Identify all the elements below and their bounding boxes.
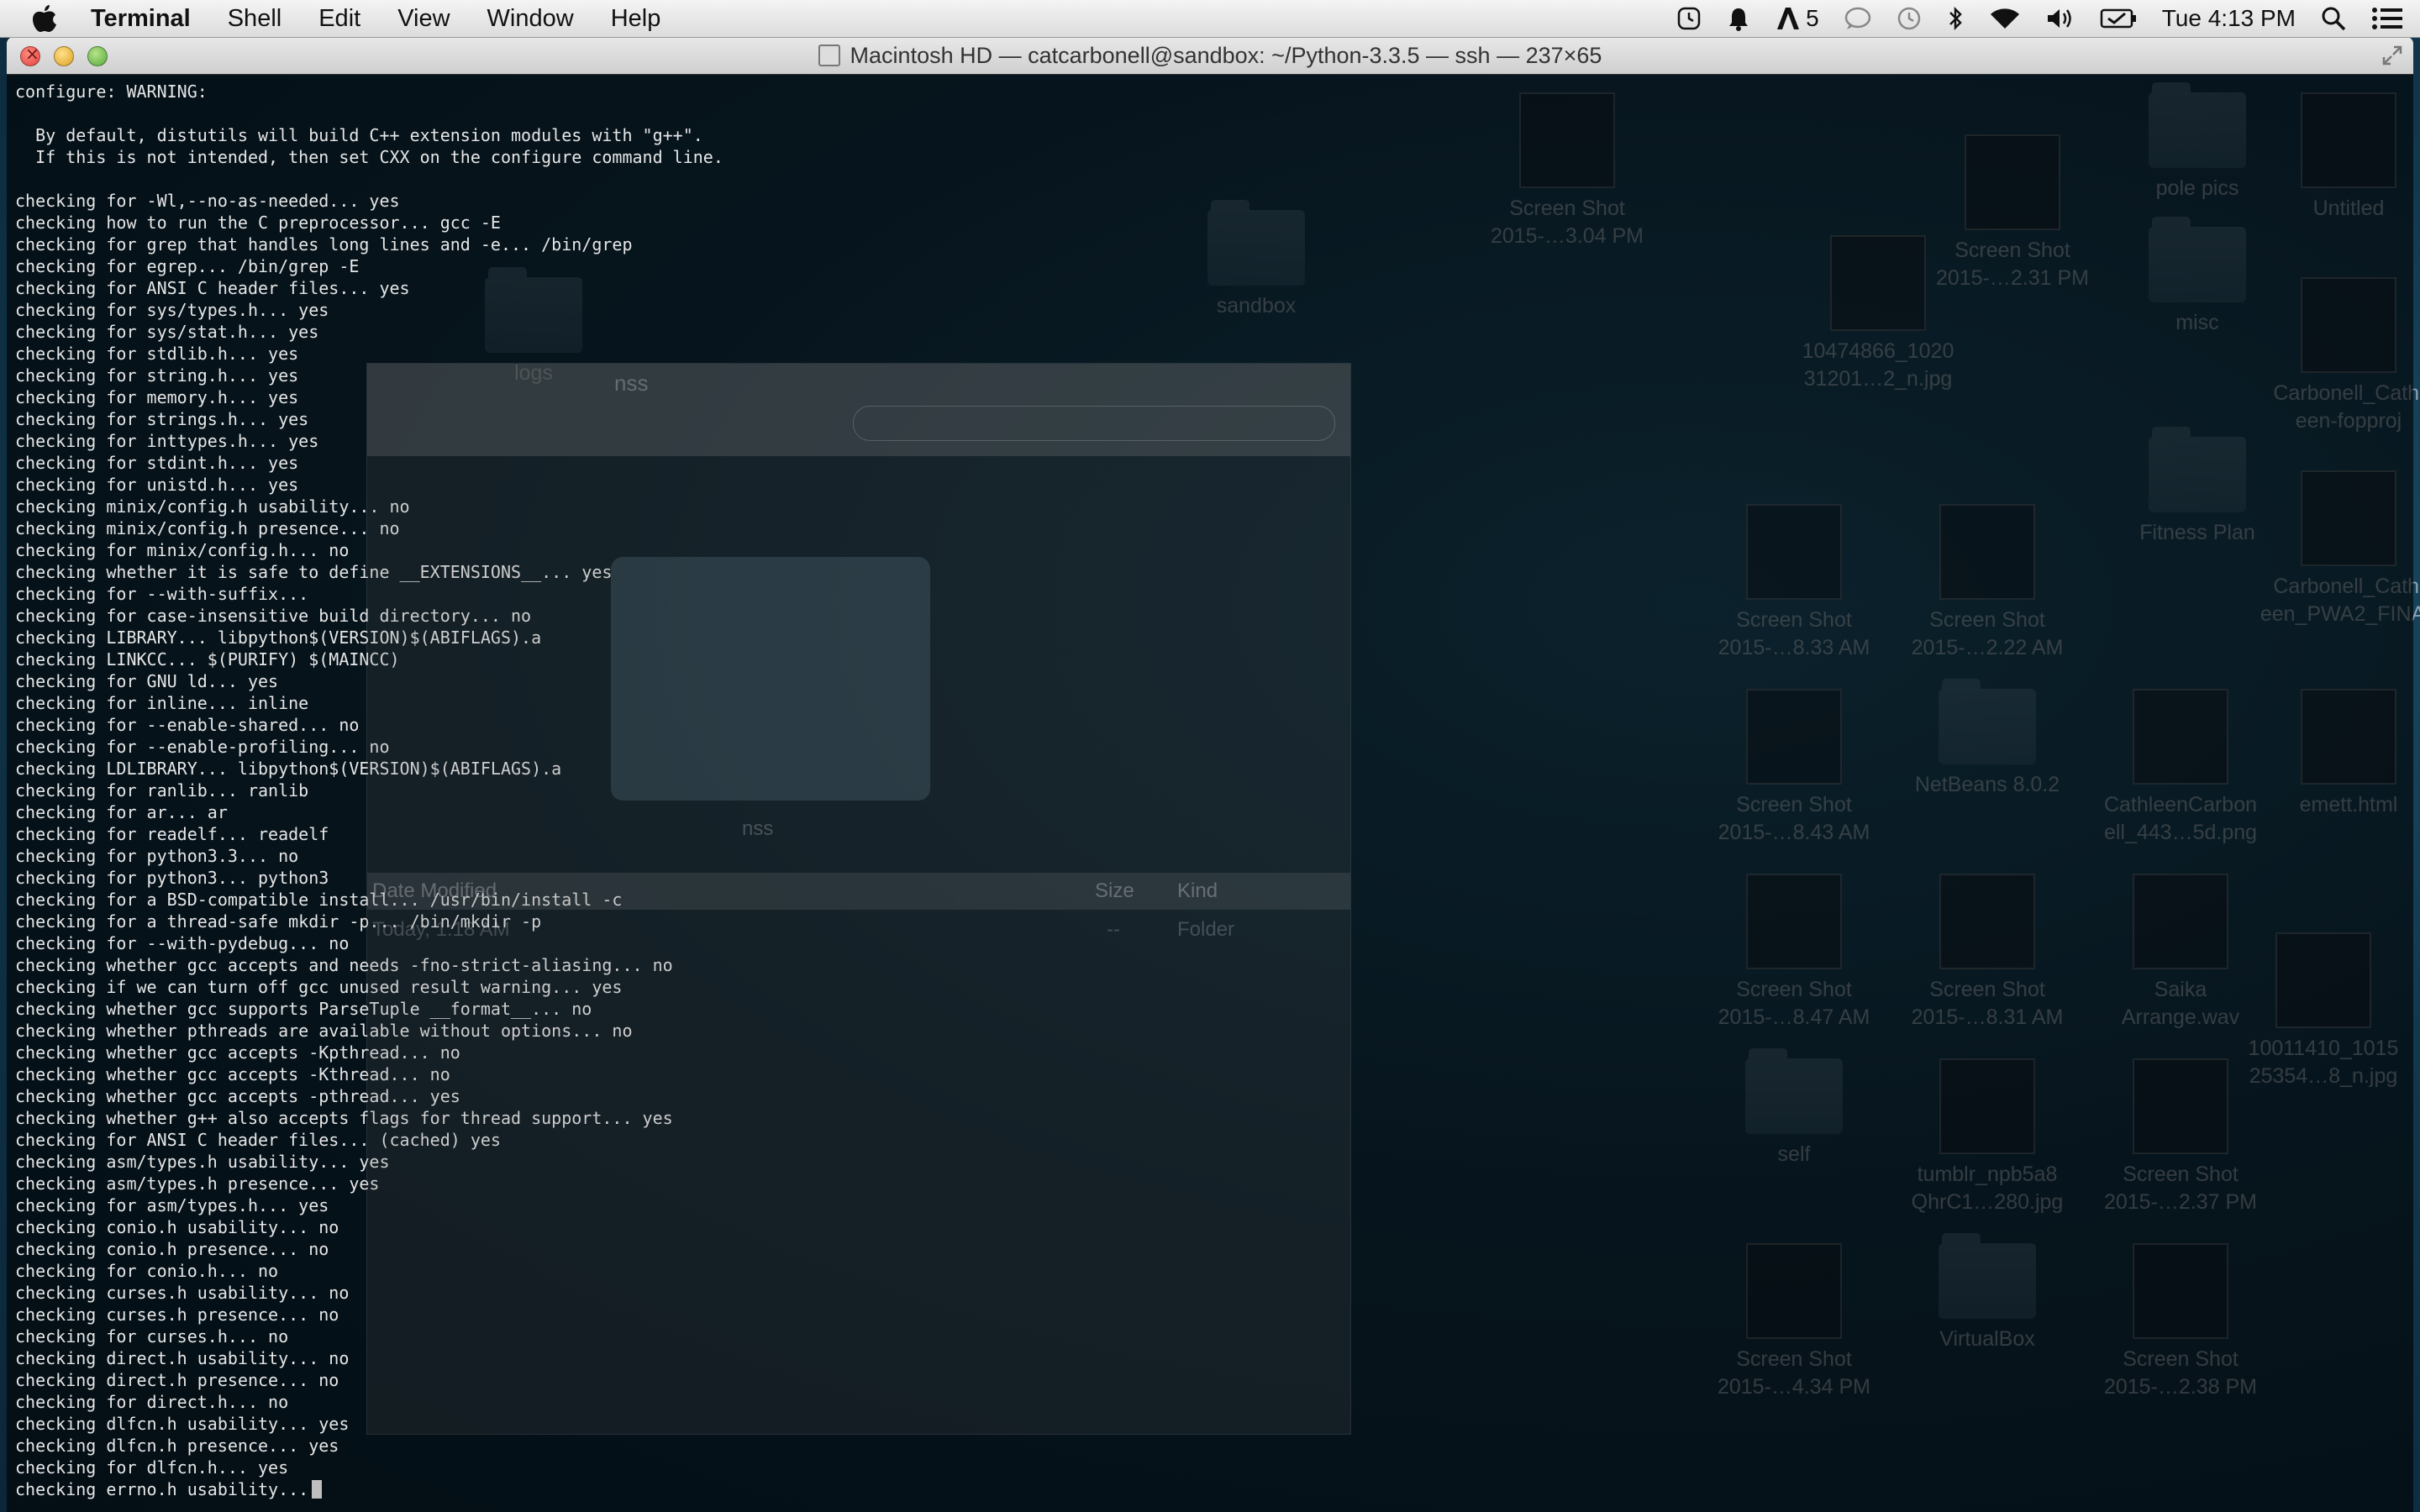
terminal-line: checking for grep that handles long line…	[15, 234, 633, 255]
menu-help[interactable]: Help	[611, 5, 661, 33]
terminal-line: checking direct.h usability... no	[15, 1348, 350, 1368]
terminal-line: checking for stdint.h... yes	[15, 453, 299, 473]
terminal-line: checking for strings.h... yes	[15, 409, 309, 429]
terminal-line: checking whether g++ also accepts flags …	[15, 1108, 673, 1128]
terminal-line: checking for a BSD-compatible install...…	[15, 890, 623, 910]
terminal-line: checking asm/types.h usability... yes	[15, 1152, 390, 1172]
menu-shell[interactable]: Shell	[228, 5, 282, 33]
terminal-line: checking for memory.h... yes	[15, 387, 299, 407]
menu-window[interactable]: Window	[487, 5, 574, 33]
menu-view[interactable]: View	[397, 5, 450, 33]
spotlight-search-icon[interactable]	[2321, 6, 2346, 31]
terminal-line: checking LINKCC... $(PURIFY) $(MAINCC)	[15, 649, 400, 669]
terminal-line: checking whether pthreads are available …	[15, 1021, 633, 1041]
terminal-line: checking whether gcc accepts -pthread...…	[15, 1086, 460, 1106]
terminal-line: checking for --enable-profiling... no	[15, 737, 390, 757]
terminal-line: checking for unistd.h... yes	[15, 475, 299, 495]
terminal-line: checking for ranlib... ranlib	[15, 780, 309, 801]
terminal-cursor	[312, 1480, 323, 1499]
window-title: Macintosh HD — catcarbonell@sandbox: ~/P…	[850, 42, 1602, 68]
terminal-line: checking for dlfcn.h... yes	[15, 1457, 289, 1478]
hard-disk-icon	[818, 45, 840, 66]
terminal-line: checking for python3.3... no	[15, 846, 299, 866]
terminal-line: checking whether gcc supports ParseTuple…	[15, 999, 592, 1019]
terminal-line: checking conio.h usability... no	[15, 1217, 339, 1237]
notification-bell-icon[interactable]	[1727, 6, 1750, 31]
menu-bar: Terminal Shell Edit View Window Help 5 T…	[0, 0, 2420, 38]
messages-bubble-icon[interactable]	[1844, 7, 1871, 30]
time-machine-clock-icon[interactable]	[1676, 6, 1702, 31]
terminal-line: checking whether gcc accepts and needs -…	[15, 955, 673, 975]
menu-edit[interactable]: Edit	[318, 5, 360, 33]
terminal-line: checking asm/types.h presence... yes	[15, 1173, 380, 1194]
menu-app-terminal[interactable]: Terminal	[91, 5, 191, 33]
terminal-line: checking direct.h presence... no	[15, 1370, 339, 1390]
terminal-window[interactable]: Macintosh HD — catcarbonell@sandbox: ~/P…	[7, 37, 2413, 1512]
apple-logo-icon[interactable]	[32, 4, 57, 33]
terminal-line: checking for sys/stat.h... yes	[15, 322, 319, 342]
terminal-line: checking for curses.h... no	[15, 1326, 289, 1347]
terminal-line: checking for stdlib.h... yes	[15, 344, 299, 364]
terminal-line: checking for --enable-shared... no	[15, 715, 360, 735]
terminal-line: checking for conio.h... no	[15, 1261, 279, 1281]
terminal-line: checking minix/config.h usability... no	[15, 496, 410, 517]
terminal-line: checking whether it is safe to define __…	[15, 562, 613, 582]
wifi-icon[interactable]	[1989, 7, 2021, 30]
terminal-line: configure: WARNING:	[15, 81, 208, 102]
terminal-line: checking how to run the C preprocessor..…	[15, 213, 501, 233]
adobe-count-badge: 5	[1806, 5, 1819, 31]
terminal-line: checking curses.h usability... no	[15, 1283, 350, 1303]
terminal-line: checking for asm/types.h... yes	[15, 1195, 329, 1215]
menu-clock[interactable]: Tue 4:13 PM	[2162, 5, 2296, 32]
terminal-line: checking if we can turn off gcc unused r…	[15, 977, 623, 997]
terminal-line: checking whether gcc accepts -Kpthread..…	[15, 1042, 460, 1063]
terminal-line: checking LDLIBRARY... libpython$(VERSION…	[15, 759, 562, 779]
terminal-line: checking for direct.h... no	[15, 1392, 289, 1412]
terminal-line: checking for sys/types.h... yes	[15, 300, 329, 320]
terminal-line: checking for inttypes.h... yes	[15, 431, 319, 451]
terminal-line: checking for string.h... yes	[15, 365, 299, 386]
terminal-line: checking for inline... inline	[15, 693, 309, 713]
terminal-line: checking whether gcc accepts -Kthread...…	[15, 1064, 450, 1084]
terminal-line: checking for ANSI C header files... (cac…	[15, 1130, 501, 1150]
terminal-titlebar[interactable]: Macintosh HD — catcarbonell@sandbox: ~/P…	[7, 37, 2413, 75]
terminal-output: configure: WARNING: By default, distutil…	[15, 81, 723, 1500]
terminal-line: If this is not intended, then set CXX on…	[15, 147, 723, 167]
terminal-line: checking for python3... python3	[15, 868, 329, 888]
terminal-line: checking LIBRARY... libpython$(VERSION)$…	[15, 627, 542, 648]
terminal-line: checking errno.h usability...	[15, 1479, 309, 1499]
window-title-container: Macintosh HD — catcarbonell@sandbox: ~/P…	[7, 37, 2413, 74]
volume-icon[interactable]	[2046, 7, 2075, 30]
terminal-line: checking for --with-pydebug... no	[15, 933, 350, 953]
time-machine-icon[interactable]	[1897, 6, 1922, 31]
bluetooth-icon[interactable]	[1947, 6, 1964, 31]
status-area: 5 Tue 4:13 PM	[1651, 0, 2403, 37]
terminal-line: checking curses.h presence... no	[15, 1305, 339, 1325]
terminal-line: checking minix/config.h presence... no	[15, 518, 400, 538]
terminal-line: checking conio.h presence... no	[15, 1239, 329, 1259]
terminal-line: checking for readelf... readelf	[15, 824, 329, 844]
fullscreen-arrows-icon[interactable]	[2381, 45, 2403, 66]
terminal-line: checking for GNU ld... yes	[15, 671, 279, 691]
adobe-creative-cloud-icon[interactable]: 5	[1776, 5, 1819, 32]
terminal-line: By default, distutils will build C++ ext…	[15, 125, 703, 145]
terminal-line: checking for egrep... /bin/grep -E	[15, 256, 360, 276]
terminal-line: checking for minix/config.h... no	[15, 540, 350, 560]
terminal-line: checking dlfcn.h presence... yes	[15, 1436, 339, 1456]
terminal-line: checking for a thread-safe mkdir -p... /…	[15, 911, 542, 932]
terminal-line: checking for --with-suffix...	[15, 584, 309, 604]
terminal-content[interactable]: configure: WARNING: By default, distutil…	[7, 74, 2413, 1512]
terminal-line: checking for ar... ar	[15, 802, 228, 822]
terminal-line: checking for case-insensitive build dire…	[15, 606, 532, 626]
battery-icon[interactable]	[2100, 8, 2137, 29]
notification-center-list-icon[interactable]	[2371, 6, 2403, 31]
terminal-line: checking dlfcn.h usability... yes	[15, 1414, 350, 1434]
terminal-line: checking for ANSI C header files... yes	[15, 278, 410, 298]
terminal-line: checking for -Wl,--no-as-needed... yes	[15, 191, 400, 211]
